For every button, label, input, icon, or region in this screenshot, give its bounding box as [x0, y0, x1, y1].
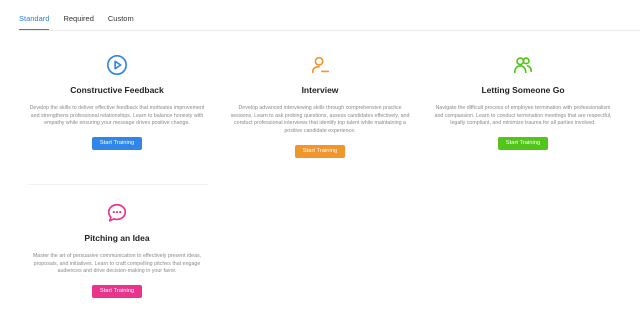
chat-bubble-icon — [107, 203, 127, 222]
users-icon — [513, 57, 533, 74]
user-minus-icon — [311, 56, 330, 74]
start-training-button[interactable]: Start Training — [294, 144, 346, 158]
card-constructive-feedback: Constructive Feedback Develop the skills… — [17, 54, 217, 151]
start-training-button[interactable]: Start Training — [497, 137, 549, 151]
card-pitching-an-idea: Pitching an Idea Master the art of persu… — [17, 202, 217, 299]
row-divider — [28, 184, 208, 185]
tab-required[interactable]: Required — [63, 13, 93, 30]
card-title: Pitching an Idea — [84, 233, 150, 243]
card-title: Letting Someone Go — [481, 85, 565, 95]
start-training-button[interactable]: Start Training — [91, 285, 143, 299]
tab-custom[interactable]: Custom — [108, 13, 134, 30]
card-description: Master the art of persuasive communicati… — [32, 253, 202, 275]
card-description: Develop the skills to deliver effective … — [29, 105, 205, 127]
play-circle-icon — [107, 55, 127, 75]
card-title: Interview — [301, 85, 339, 95]
start-training-button[interactable]: Start Training — [91, 137, 143, 151]
training-panel: Standard Required Custom Constructive Fe… — [0, 0, 640, 319]
card-title: Constructive Feedback — [70, 85, 164, 95]
card-interview: Interview Develop advanced interviewing … — [220, 54, 420, 158]
tabs-divider — [19, 30, 640, 31]
scenario-tabs: Standard Required Custom — [19, 13, 134, 31]
card-description: Develop advanced interviewing skills thr… — [230, 105, 410, 135]
card-description: Navigate the difficult process of employ… — [434, 105, 612, 127]
card-letting-someone-go: Letting Someone Go Navigate the difficul… — [423, 54, 623, 151]
tab-standard[interactable]: Standard — [19, 13, 50, 30]
